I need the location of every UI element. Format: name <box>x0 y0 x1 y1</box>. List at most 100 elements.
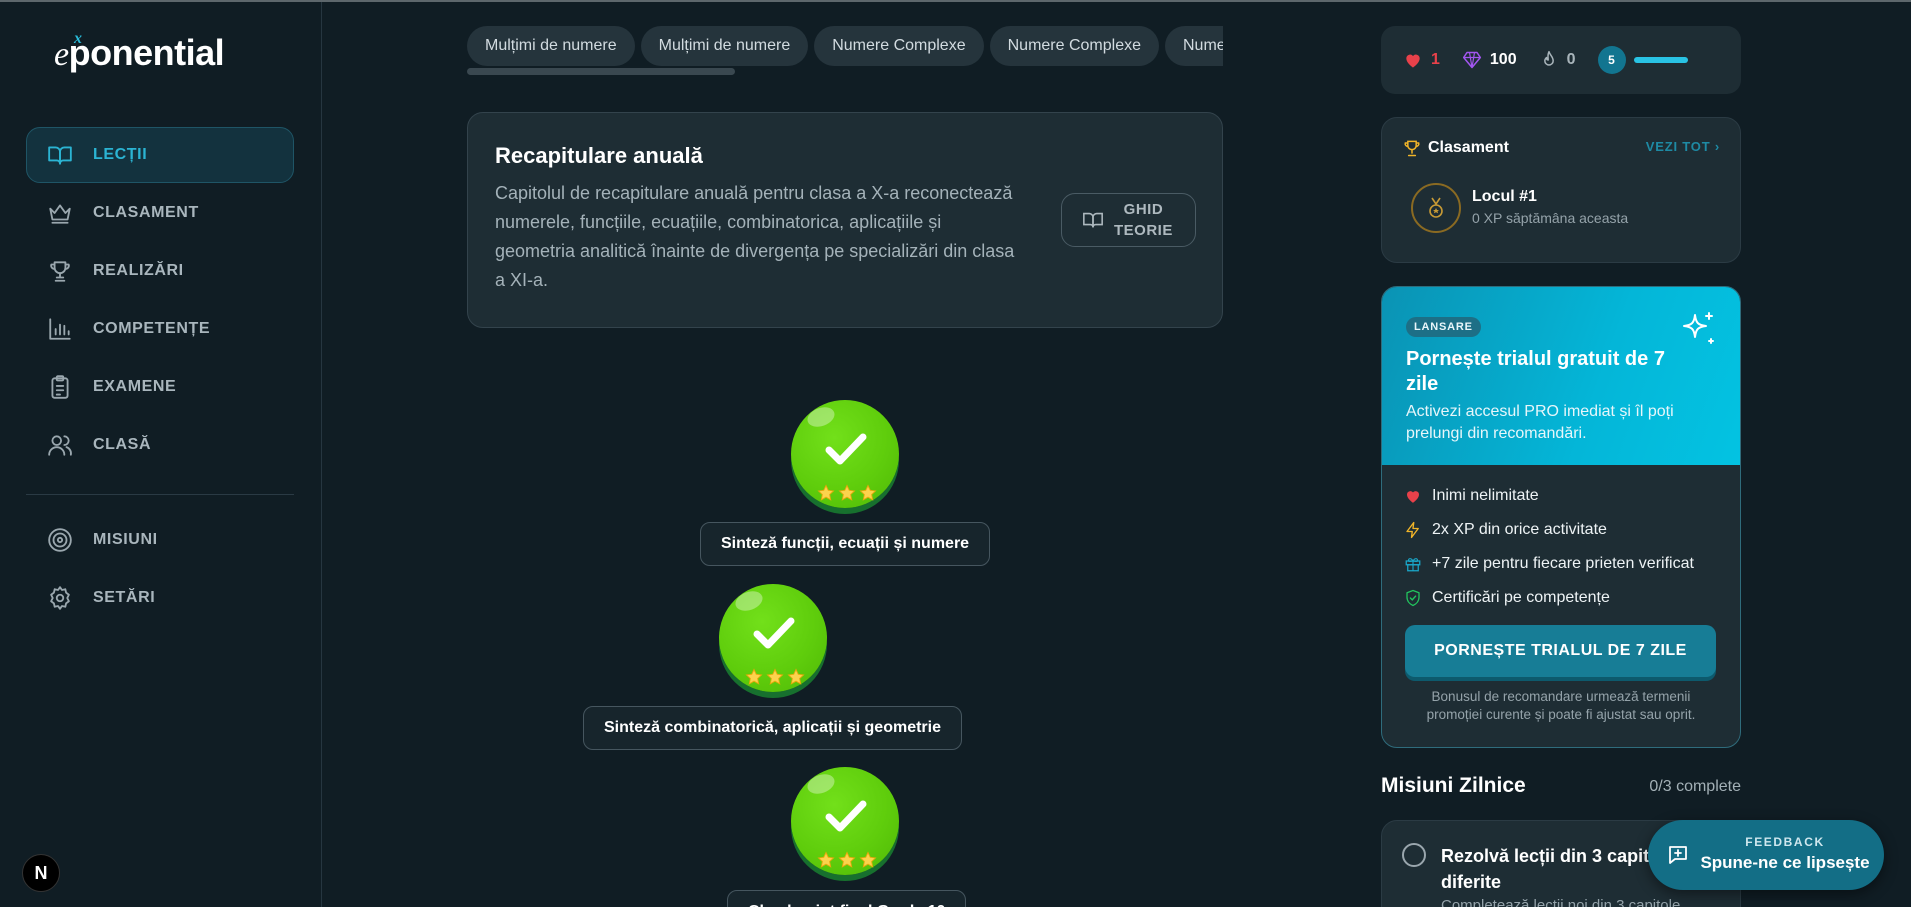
star-icon <box>859 851 877 868</box>
trial-title: Pornește trialul gratuit de 7 zile <box>1406 348 1665 395</box>
star-icon <box>745 668 763 685</box>
medal-icon <box>1411 183 1461 233</box>
star-icon <box>766 668 784 685</box>
crown-icon <box>47 200 73 226</box>
logo-x: x <box>74 30 82 47</box>
lesson-stars <box>817 851 877 869</box>
benefit-item: 2x XP din orice activitate <box>1404 513 1724 547</box>
users-icon <box>47 432 73 458</box>
leaderboard-header: Clasament <box>1402 138 1509 158</box>
mission-description: Completează lecții noi din 3 capitole <box>1441 897 1681 907</box>
theory-guide-button[interactable]: GHID TEORIE <box>1061 193 1196 247</box>
chapter-chip[interactable]: Numere Complexe <box>814 26 984 66</box>
nav-item-examene[interactable]: EXAMENE <box>26 359 294 415</box>
nav-label: COMPETENȚE <box>93 320 211 337</box>
book-icon <box>47 142 73 168</box>
lesson-stars <box>745 668 805 686</box>
nav-label: SETĂRI <box>93 589 156 606</box>
bolt-icon <box>1406 521 1419 539</box>
streak-stat[interactable]: 0 <box>1539 50 1576 70</box>
missions-title: Misiuni Zilnice <box>1381 774 1526 797</box>
target-icon <box>47 527 73 553</box>
leaderboard-place: Locul #1 <box>1472 188 1537 205</box>
sparkle-icon <box>1683 312 1714 344</box>
gift-icon <box>1405 558 1421 572</box>
dev-badge[interactable]: N <box>22 854 60 892</box>
nav-item-clasament[interactable]: CLASAMENT <box>26 185 294 241</box>
nav-label: EXAMENE <box>93 378 177 395</box>
sidebar: e x ponential LECȚII CLASAMENT REALIZĂRI C… <box>0 2 322 907</box>
hearts-stat[interactable]: 1 <box>1403 50 1440 70</box>
check-icon <box>825 800 867 832</box>
trophy-icon <box>1404 140 1420 157</box>
lesson-node-label[interactable]: Sinteză funcții, ecuații și numere <box>700 522 991 566</box>
secondary-nav: MISIUNI SETĂRI <box>26 512 294 628</box>
lesson-node[interactable] <box>791 400 901 510</box>
leaderboard-card: Clasament VEZI TOT › Locul #1 0 XP săptă… <box>1381 117 1741 263</box>
lesson-node-label[interactable]: Sinteză combinatorică, aplicații și geom… <box>583 706 962 750</box>
chapter-chip[interactable]: Mulțimi de numere <box>467 26 635 66</box>
chapter-card: Recapitulare anuală Capitolul de recapit… <box>467 112 1223 328</box>
user-stats-bar: 1 100 0 5 <box>1381 26 1741 94</box>
feedback-button[interactable]: FEEDBACK Spune-ne ce lipsește <box>1648 820 1884 890</box>
bar-chart-icon <box>47 316 73 342</box>
message-plus-icon <box>1669 846 1687 864</box>
chapter-description: Capitolul de recapitulare anuală pentru … <box>495 183 1015 290</box>
star-icon <box>817 851 835 868</box>
level-badge: 5 <box>1597 46 1626 74</box>
check-icon <box>753 617 795 649</box>
level-progress-bar <box>1633 57 1688 63</box>
lesson-node-label[interactable]: Checkpoint final Grade 10 <box>727 890 967 907</box>
streak-count: 0 <box>1566 51 1576 68</box>
nav-item-lectii[interactable]: LECȚII <box>26 127 294 183</box>
chips-scrollbar[interactable] <box>467 68 735 75</box>
heart-icon <box>1406 54 1420 68</box>
nav-item-misiuni[interactable]: MISIUNI <box>26 512 294 568</box>
nav-label: CLASAMENT <box>93 204 199 221</box>
clipboard-icon <box>47 374 73 400</box>
logo-text: ponential <box>68 32 225 73</box>
nav-label: CLASĂ <box>93 436 152 453</box>
benefit-item: Certificări pe competențe <box>1404 581 1724 615</box>
nav-item-setari[interactable]: SETĂRI <box>26 570 294 626</box>
view-all-link[interactable]: VEZI TOT › <box>1646 139 1720 154</box>
nav-label: MISIUNI <box>93 531 158 548</box>
chapter-chip[interactable]: Numere Complexe <box>989 26 1159 66</box>
trial-promo-card: LANSARE Pornește trialul gratuit de 7 zi… <box>1381 286 1741 748</box>
chapter-chip[interactable]: Numere Complexe <box>1165 26 1223 66</box>
nav-divider <box>26 494 294 495</box>
trophy-icon <box>47 258 73 284</box>
gems-count: 100 <box>1489 51 1517 68</box>
main-nav: LECȚII CLASAMENT REALIZĂRI COMPETENȚE EX… <box>26 127 294 475</box>
nav-item-realizari[interactable]: REALIZĂRI <box>26 243 294 299</box>
lesson-node[interactable] <box>719 584 829 694</box>
chapter-title: Recapitulare anuală <box>495 143 703 168</box>
mission-checkbox[interactable] <box>1402 843 1426 867</box>
trial-header: LANSARE Pornește trialul gratuit de 7 zi… <box>1382 287 1740 465</box>
missions-count: 0/3 complete <box>1649 778 1741 795</box>
nav-item-clasa[interactable]: CLASĂ <box>26 417 294 473</box>
lesson-node[interactable] <box>791 767 901 877</box>
star-icon <box>859 484 877 501</box>
nav-label: LECȚII <box>93 146 148 163</box>
daily-missions-header: Misiuni Zilnice 0/3 complete <box>1381 774 1741 800</box>
app-logo[interactable]: e x ponential <box>54 30 225 82</box>
nav-label: REALIZĂRI <box>93 262 184 279</box>
gems-stat[interactable]: 100 <box>1462 50 1517 70</box>
star-icon <box>838 484 856 501</box>
book-icon <box>1083 212 1103 228</box>
leaderboard-xp: 0 XP săptămâna aceasta <box>1472 210 1629 226</box>
chapter-chip[interactable]: Mulțimi de numere <box>640 26 809 66</box>
launch-tag: LANSARE <box>1406 317 1481 337</box>
start-trial-button[interactable]: PORNEȘTE TRIALUL DE 7 ZILE <box>1405 625 1716 677</box>
check-icon <box>825 433 867 465</box>
star-icon <box>838 851 856 868</box>
lesson-stars <box>817 484 877 502</box>
heart-icon <box>1407 491 1419 503</box>
flame-icon <box>1543 50 1554 66</box>
trial-note: Bonusul de recomandare urmează termenii … <box>1426 689 1696 722</box>
feedback-title: FEEDBACK <box>1745 835 1825 849</box>
nav-item-competente[interactable]: COMPETENȚE <box>26 301 294 357</box>
shield-check-icon <box>1406 589 1420 607</box>
gear-icon <box>47 585 73 611</box>
